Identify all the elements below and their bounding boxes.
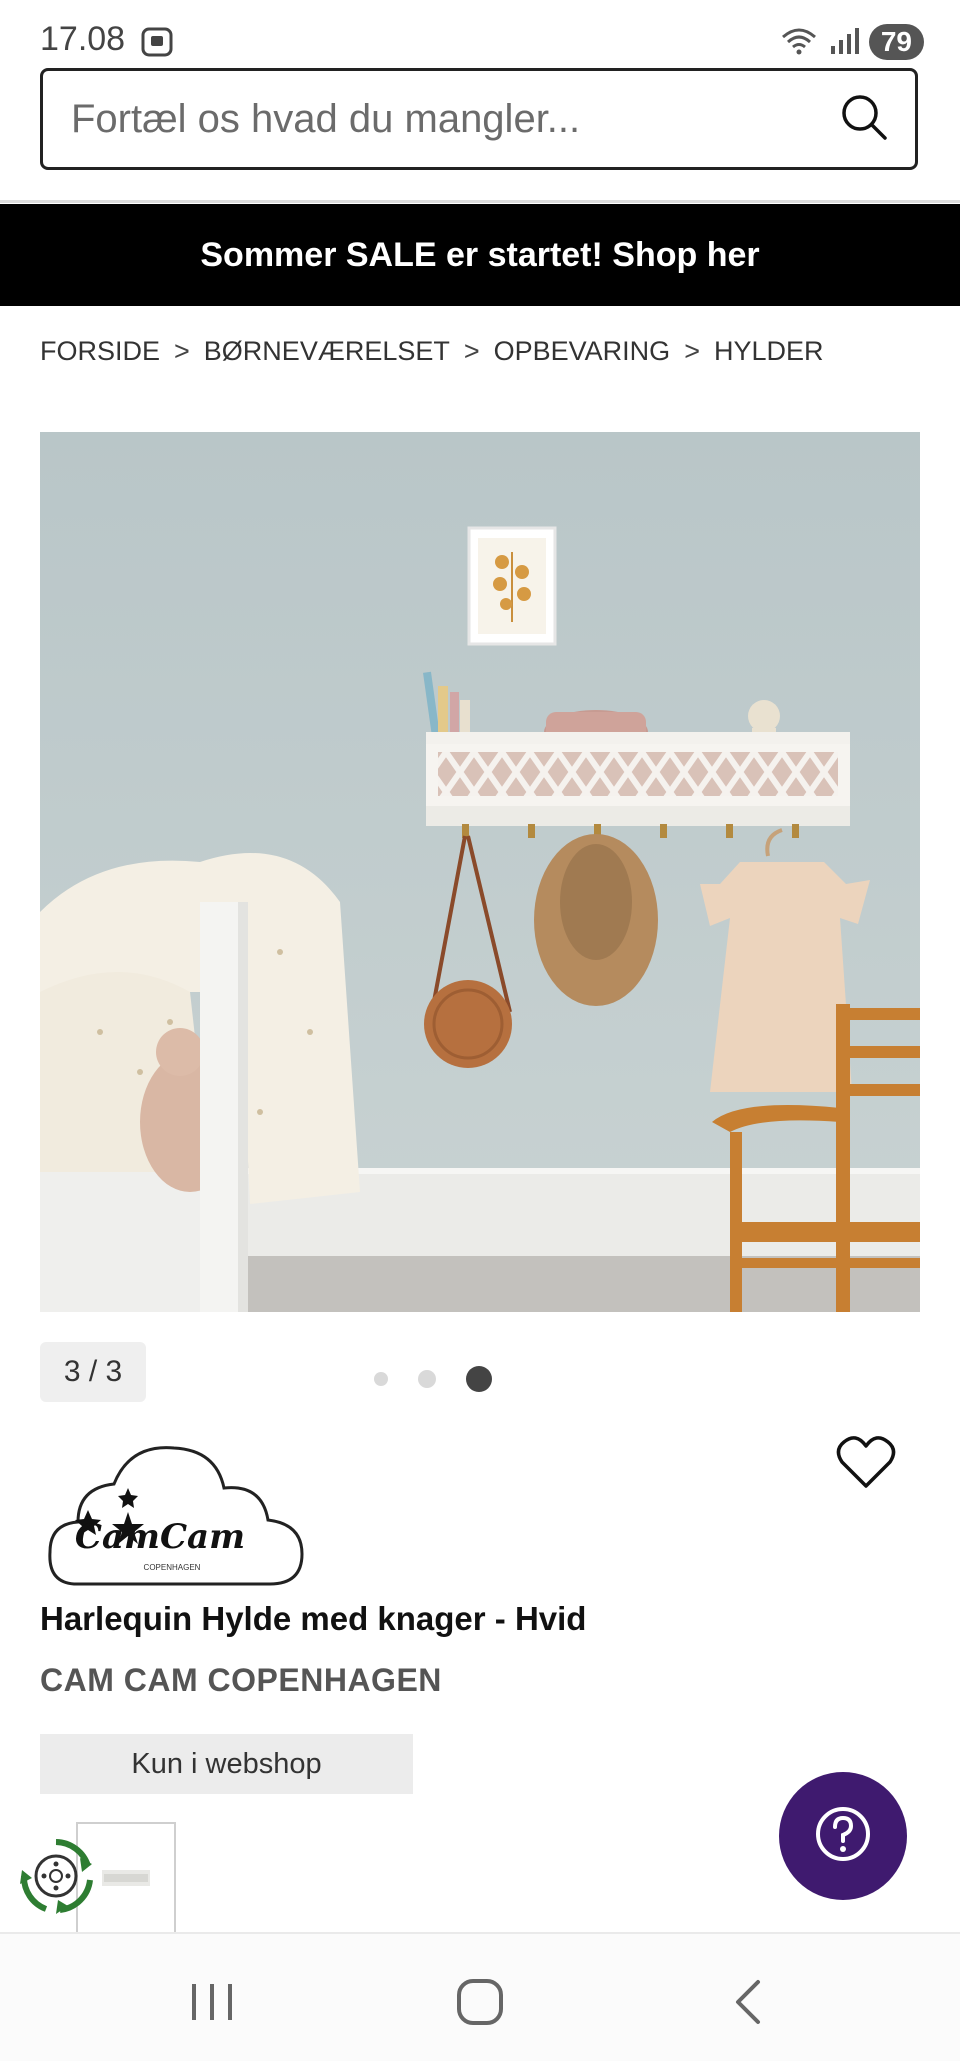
question-icon [814, 1805, 872, 1868]
system-navigation-bar [0, 1932, 960, 2061]
header-divider [0, 200, 960, 203]
svg-text:CamCam: CamCam [75, 1517, 245, 1557]
battery-level: 79 [868, 24, 924, 60]
heart-icon[interactable] [836, 1434, 896, 1490]
breadcrumb-item-boernevaerelset[interactable]: BØRNEVÆRELSET [204, 336, 450, 367]
home-icon[interactable] [450, 1974, 510, 2030]
sale-banner-text: Sommer SALE er startet! Shop her [200, 235, 760, 274]
availability-badge: Kun i webshop [40, 1734, 413, 1794]
brand-logo[interactable]: CamCam COPENHAGEN [44, 1436, 306, 1592]
recycle-icon[interactable] [16, 1836, 96, 1916]
product-title: Harlequin Hylde med knager - Hvid [40, 1600, 587, 1637]
breadcrumb-separator: > [174, 336, 190, 366]
image-counter: 3 / 3 [40, 1342, 146, 1402]
screenshot-icon [140, 26, 174, 63]
status-icons: 79 [779, 20, 924, 64]
product-brand[interactable]: CAM CAM COPENHAGEN [40, 1662, 442, 1699]
carousel-dot-3-active[interactable] [466, 1366, 492, 1392]
breadcrumb-item-opbevaring[interactable]: OPBEVARING [494, 336, 671, 367]
carousel-dot-2[interactable] [418, 1370, 436, 1388]
breadcrumb-separator: > [463, 336, 480, 366]
product-image[interactable] [40, 432, 920, 1312]
svg-text:COPENHAGEN: COPENHAGEN [144, 1563, 201, 1572]
carousel-dots [374, 1366, 492, 1392]
breadcrumb-item-forside[interactable]: FORSIDE [40, 336, 160, 367]
recent-apps-icon[interactable] [182, 1974, 242, 2030]
sale-banner[interactable]: Sommer SALE er startet! Shop her [0, 204, 960, 306]
back-icon[interactable] [718, 1974, 778, 2030]
search-input[interactable] [69, 95, 839, 143]
wifi-icon [779, 25, 819, 60]
carousel-dot-1[interactable] [374, 1372, 388, 1386]
help-button[interactable] [779, 1772, 907, 1900]
search-icon[interactable] [839, 92, 889, 147]
status-time: 17.08 [40, 20, 126, 58]
breadcrumb-separator: > [684, 336, 700, 366]
breadcrumb: FORSIDE > BØRNEVÆRELSET > OPBEVARING > H… [40, 336, 824, 367]
search-bar[interactable] [40, 68, 918, 170]
breadcrumb-item-hylder[interactable]: HYLDER [714, 336, 824, 367]
signal-icon [829, 26, 859, 59]
